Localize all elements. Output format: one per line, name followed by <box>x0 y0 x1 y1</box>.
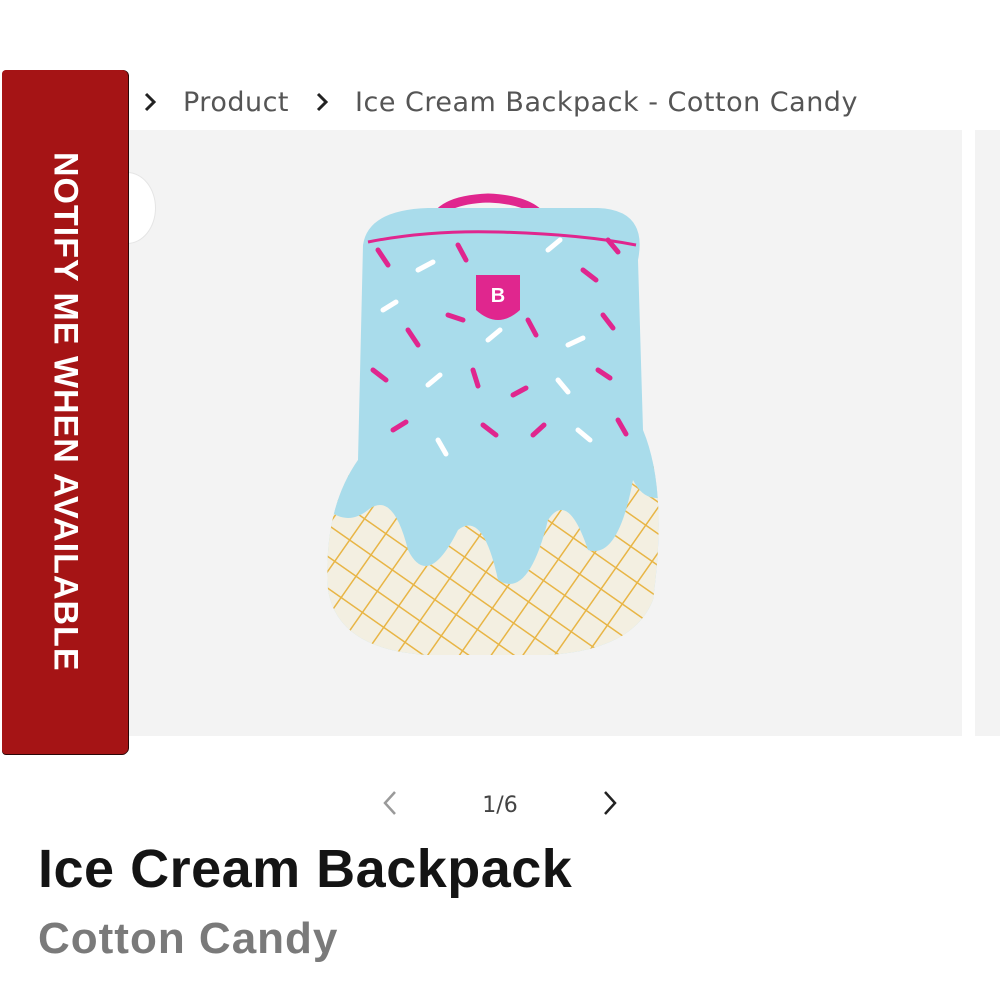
gallery-pager: 1/6 <box>370 780 630 830</box>
breadcrumb-item-product[interactable]: Product <box>183 87 289 118</box>
notify-me-when-available-button[interactable]: NOTIFY ME WHEN AVAILABLE <box>2 70 128 754</box>
gallery-next-slide-peek <box>975 130 1000 736</box>
chevron-right-icon <box>311 91 333 113</box>
breadcrumb-item-current: Ice Cream Backpack - Cotton Candy <box>355 86 858 118</box>
chevron-right-icon <box>602 790 618 820</box>
product-image-gallery[interactable]: B <box>128 130 962 736</box>
svg-text:B: B <box>491 285 505 307</box>
chevron-left-icon <box>382 790 398 820</box>
next-slide-button[interactable] <box>590 780 630 830</box>
notify-label: NOTIFY ME WHEN AVAILABLE <box>46 152 85 672</box>
product-title: Ice Cream Backpack <box>38 839 573 899</box>
slide-counter: 1/6 <box>482 792 518 818</box>
product-image: B <box>327 193 659 655</box>
product-variant: Cotton Candy <box>38 914 339 963</box>
previous-slide-button[interactable] <box>370 780 410 830</box>
chevron-right-icon <box>139 91 161 113</box>
breadcrumb: Product Ice Cream Backpack - Cotton Cand… <box>135 80 858 124</box>
